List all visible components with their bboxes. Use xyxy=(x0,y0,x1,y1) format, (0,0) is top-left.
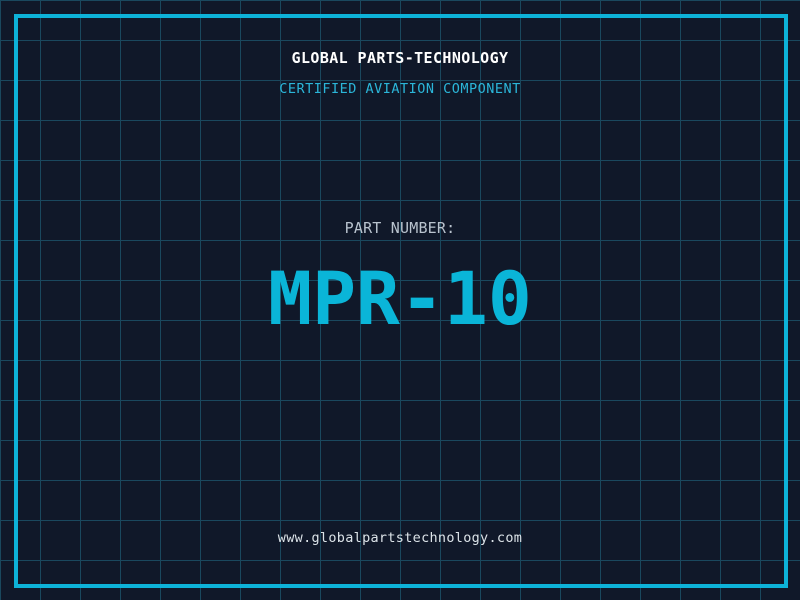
company-name: GLOBAL PARTS-TECHNOLOGY xyxy=(291,49,509,67)
part-number-label: PART NUMBER: xyxy=(344,219,456,237)
part-number-value: MPR-10 xyxy=(268,257,532,342)
certification-subtitle: CERTIFIED AVIATION COMPONENT xyxy=(279,81,521,97)
placard-canvas: GLOBAL PARTS-TECHNOLOGY CERTIFIED AVIATI… xyxy=(0,0,800,600)
website-url: www.globalpartstechnology.com xyxy=(277,530,523,546)
